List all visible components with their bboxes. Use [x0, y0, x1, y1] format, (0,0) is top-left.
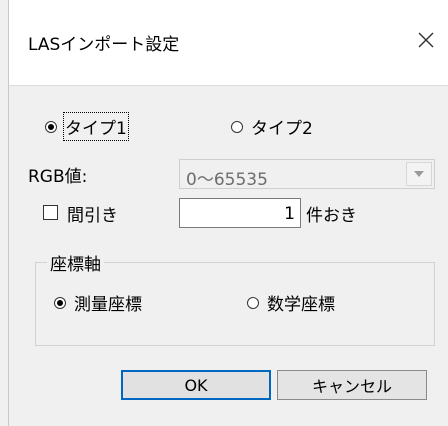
thinning-interval-input[interactable]: 1: [179, 198, 301, 228]
cancel-button[interactable]: キャンセル: [277, 370, 427, 400]
radio-math-coords-circle[interactable]: [247, 296, 259, 309]
thinning-interval-value: 1: [284, 204, 295, 224]
radio-survey-coords-circle[interactable]: [54, 296, 66, 309]
radio-type1-label: タイプ1: [63, 112, 129, 141]
rgb-label: RGB値:: [28, 167, 88, 187]
radio-type2-circle[interactable]: [231, 120, 243, 133]
radio-type2-label: タイプ2: [251, 119, 313, 139]
las-import-dialog: LASインポート設定 タイプ1 タイプ2 RGB値: 0〜65535 間引き 1…: [8, 0, 448, 426]
radio-math-coords-label: 数学座標: [267, 295, 335, 315]
rgb-select-value: 0〜65535: [186, 170, 268, 190]
title-bar: LASインポート設定: [9, 0, 448, 86]
rgb-select[interactable]: 0〜65535: [179, 159, 435, 190]
chevron-down-icon: [414, 171, 424, 177]
close-icon: [418, 32, 434, 48]
thinning-checkbox[interactable]: [43, 205, 58, 220]
radio-survey-coords[interactable]: 測量座標: [54, 290, 142, 315]
thinning-label: 間引き: [67, 206, 118, 226]
rgb-dropdown-button[interactable]: [406, 162, 432, 186]
radio-survey-coords-label: 測量座標: [74, 295, 142, 315]
radio-math-coords[interactable]: 数学座標: [247, 290, 335, 315]
close-button[interactable]: [413, 27, 439, 53]
coordinate-axis-legend: 座標軸: [47, 250, 104, 275]
radio-type1[interactable]: タイプ1: [45, 112, 129, 141]
dialog-title: LASインポート設定: [28, 35, 180, 55]
thinning-suffix: 件おき: [306, 206, 357, 226]
radio-type1-circle[interactable]: [45, 120, 57, 133]
ok-button[interactable]: OK: [121, 370, 271, 400]
radio-type2[interactable]: タイプ2: [231, 114, 313, 139]
